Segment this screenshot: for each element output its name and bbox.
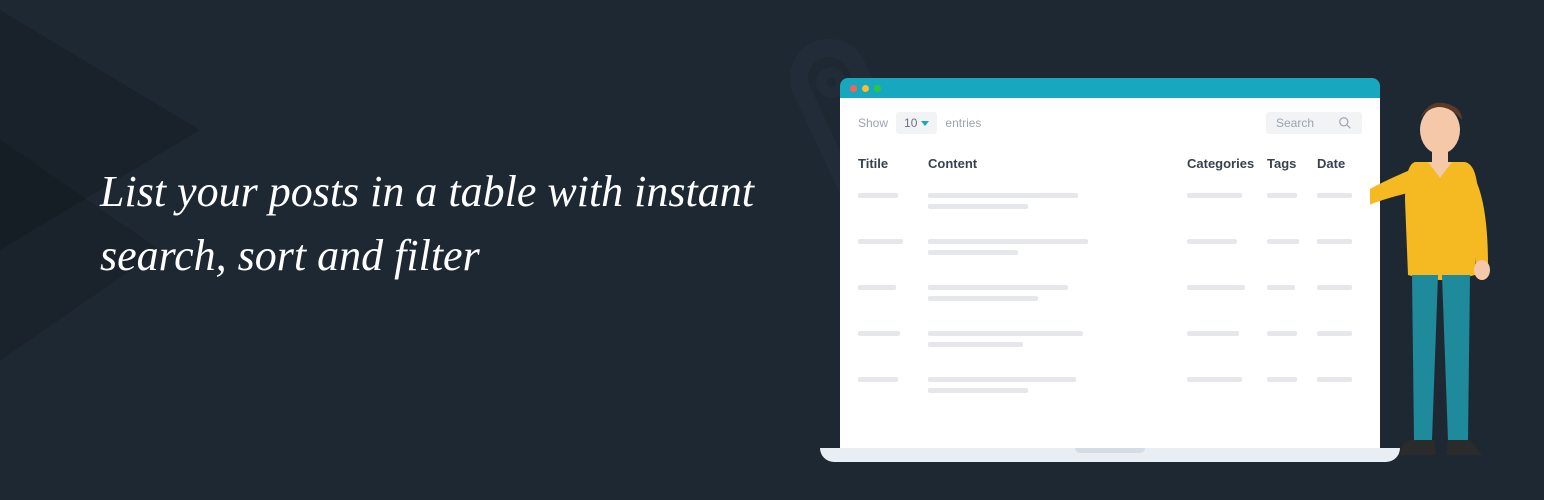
table-body [858, 181, 1362, 411]
col-date[interactable]: Date [1317, 156, 1362, 171]
search-icon [1338, 116, 1352, 130]
search-placeholder: Search [1276, 116, 1314, 130]
col-title[interactable]: Titile [858, 156, 928, 171]
table-controls: Show 10 entries Search [858, 112, 1362, 134]
entries-dropdown[interactable]: 10 [896, 112, 937, 134]
headline-text: List your posts in a table with instant … [100, 160, 800, 288]
col-content[interactable]: Content [928, 156, 1187, 171]
show-label: Show [858, 116, 888, 130]
table-row [858, 227, 1362, 273]
traffic-light-min-icon [862, 85, 869, 92]
traffic-light-max-icon [874, 85, 881, 92]
entries-value: 10 [904, 116, 917, 130]
laptop-notch [1075, 448, 1145, 453]
table-row [858, 365, 1362, 411]
window-titlebar [840, 78, 1380, 98]
entries-label: entries [945, 116, 981, 130]
table-header: Titile Content Categories Tags Date [858, 156, 1362, 181]
laptop-base [820, 448, 1400, 462]
table-row [858, 181, 1362, 227]
caret-down-icon [921, 121, 929, 126]
search-input[interactable]: Search [1266, 112, 1362, 134]
entries-selector[interactable]: Show 10 entries [858, 112, 981, 134]
laptop-mockup: Show 10 entries Search Titile Content Ca… [840, 78, 1380, 448]
laptop-screen: Show 10 entries Search Titile Content Ca… [840, 98, 1380, 448]
col-categories[interactable]: Categories [1187, 156, 1267, 171]
person-illustration [1370, 100, 1500, 470]
table-row [858, 273, 1362, 319]
traffic-light-close-icon [850, 85, 857, 92]
col-tags[interactable]: Tags [1267, 156, 1317, 171]
table-row [858, 319, 1362, 365]
